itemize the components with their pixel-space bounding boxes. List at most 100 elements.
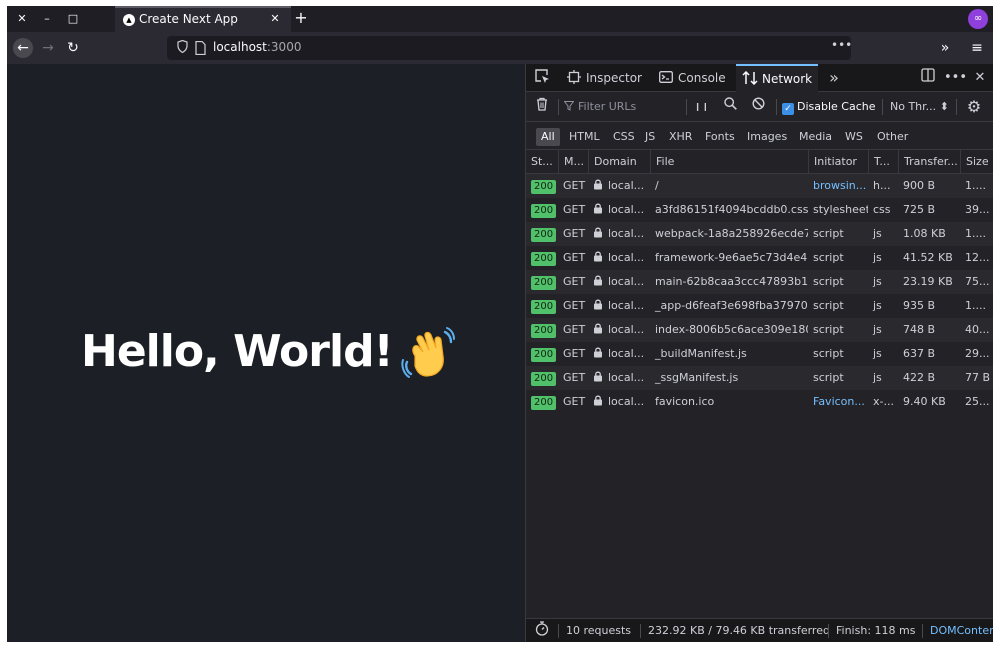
pause-recording-icon[interactable]: ❙❙ xyxy=(692,97,712,117)
lock-icon xyxy=(594,371,602,382)
back-button[interactable]: ← xyxy=(13,38,33,58)
table-row[interactable]: 200 GET local... index-8006b5c6ace309e180a s… xyxy=(526,318,993,342)
window-maximize-button[interactable]: □ xyxy=(64,10,82,28)
tracking-protection-shield-icon[interactable] xyxy=(175,39,189,56)
column-type[interactable]: T... xyxy=(868,150,898,174)
cell-initiator: script xyxy=(813,251,844,264)
cell-transferred: 725 B xyxy=(903,203,936,216)
waving-hand-icon xyxy=(401,327,455,378)
overflow-menu-icon[interactable]: » xyxy=(935,38,955,58)
cell-status: 200 xyxy=(526,222,558,246)
url-bar[interactable]: localhost:3000 ••• xyxy=(167,36,852,60)
tab-console-label: Console xyxy=(678,71,726,85)
new-tab-button[interactable]: + xyxy=(291,8,311,28)
network-settings-gear-icon[interactable]: ⚙ xyxy=(964,97,984,117)
table-row[interactable]: 200 GET local... _ssgManifest.js script js 422… xyxy=(526,366,993,390)
devtools-close-icon[interactable]: ✕ xyxy=(970,68,990,88)
dock-side-icon[interactable] xyxy=(918,68,938,88)
lock-icon xyxy=(594,203,602,214)
url-text[interactable]: localhost:3000 xyxy=(213,40,301,54)
network-icon xyxy=(742,66,758,92)
tab-network[interactable]: Network xyxy=(736,64,819,92)
cell-size: 12... xyxy=(965,251,990,264)
private-browsing-icon: ∞ xyxy=(968,9,988,29)
table-row[interactable]: 200 GET local... main-62b8caa3ccc47893b147 s… xyxy=(526,270,993,294)
page-viewport: Hello, World! xyxy=(7,64,525,642)
filter-urls-input[interactable]: Filter URLs xyxy=(563,98,682,116)
cell-status: 200 xyxy=(526,174,558,198)
clear-requests-trash-icon[interactable] xyxy=(532,97,552,117)
type-filter-js[interactable]: JS xyxy=(640,128,660,146)
footer-divider xyxy=(640,624,641,638)
cell-method: GET xyxy=(563,227,586,240)
request-count: 10 requests xyxy=(566,624,632,637)
status-badge: 200 xyxy=(531,180,557,194)
table-row[interactable]: 200 GET local... webpack-1a8a258926ecde76 sc… xyxy=(526,222,993,246)
performance-stopwatch-icon[interactable] xyxy=(532,621,552,641)
reload-button[interactable]: ↻ xyxy=(63,38,83,58)
search-icon[interactable] xyxy=(720,97,740,117)
type-filter-ws[interactable]: WS xyxy=(840,128,868,146)
type-filter-html[interactable]: HTML xyxy=(564,128,605,146)
hamburger-menu-icon[interactable]: ≡ xyxy=(967,38,987,58)
tab-close-icon[interactable]: ✕ xyxy=(267,11,283,27)
column-status[interactable]: St... xyxy=(526,150,558,174)
cell-size: 39... xyxy=(965,203,990,216)
column-domain[interactable]: Domain xyxy=(588,150,650,174)
url-host: localhost xyxy=(213,40,267,54)
column-file[interactable]: File xyxy=(650,150,808,174)
tab-create-next-app[interactable]: ▲ Create Next App ✕ xyxy=(115,6,291,32)
cell-file: favicon.ico xyxy=(655,395,715,408)
navigation-toolbar: ← → ↻ localhost:3000 ••• » ≡ xyxy=(7,32,993,64)
cell-transferred: 748 B xyxy=(903,323,936,336)
type-filter-media[interactable]: Media xyxy=(794,128,837,146)
page-info-icon[interactable] xyxy=(195,40,207,56)
finish-time: Finish: 118 ms xyxy=(836,624,916,637)
network-summary-footer: 10 requests 232.92 KB / 79.46 KB transfe… xyxy=(526,618,993,642)
status-badge: 200 xyxy=(531,204,557,218)
column-transferred[interactable]: Transfer... xyxy=(898,150,960,174)
type-filter-images[interactable]: Images xyxy=(742,128,792,146)
block-requests-icon[interactable] xyxy=(748,97,768,117)
toolbar-divider xyxy=(956,99,957,115)
column-method[interactable]: M... xyxy=(558,150,588,174)
devtools-toolbar: Inspector Console Network » ••• ✕ xyxy=(526,64,993,92)
cell-transferred: 900 B xyxy=(903,179,936,192)
cell-transferred: 637 B xyxy=(903,347,936,360)
cell-initiator: script xyxy=(813,371,844,384)
table-row[interactable]: 200 GET local... framework-9e6ae5c73d4e43b s… xyxy=(526,246,993,270)
devtools-panel: Inspector Console Network » ••• ✕ Filter… xyxy=(525,64,993,642)
disable-cache-checkbox[interactable]: ✓ Disable Cache xyxy=(782,99,876,115)
devtools-options-icon[interactable]: ••• xyxy=(944,68,967,88)
type-filter-css[interactable]: CSS xyxy=(608,128,640,146)
throttling-select[interactable]: No Thr... ⬍ xyxy=(890,99,949,115)
table-row[interactable]: 200 GET local... a3fd86151f4094bcddb0.css st… xyxy=(526,198,993,222)
cell-status: 200 xyxy=(526,246,558,270)
table-row[interactable]: 200 GET local... _buildManifest.js script js 6… xyxy=(526,342,993,366)
cell-domain: local... xyxy=(588,318,650,342)
type-filter-other[interactable]: Other xyxy=(872,128,913,146)
table-row[interactable]: 200 GET local... _app-d6feaf3e698fba379708.… xyxy=(526,294,993,318)
tab-console[interactable]: Console xyxy=(658,64,726,92)
domcontentloaded-time: DOMConter xyxy=(930,624,993,637)
type-filter-xhr[interactable]: XHR xyxy=(664,128,697,146)
page-actions-icon[interactable]: ••• xyxy=(831,38,852,52)
window-close-button[interactable]: ✕ xyxy=(13,10,31,28)
type-filter-fonts[interactable]: Fonts xyxy=(700,128,740,146)
cell-size: 1.... xyxy=(965,179,986,192)
domain-text: local... xyxy=(608,275,645,288)
cell-size: 25... xyxy=(965,395,990,408)
cell-status: 200 xyxy=(526,390,558,414)
window-minimize-button[interactable]: – xyxy=(38,10,56,28)
column-size[interactable]: Size xyxy=(960,150,993,174)
element-picker-icon[interactable] xyxy=(532,68,552,88)
table-row[interactable]: 200 GET local... / browsin... h... 900 B 1.... xyxy=(526,174,993,198)
column-initiator[interactable]: Initiator xyxy=(808,150,868,174)
tab-inspector[interactable]: Inspector xyxy=(566,64,642,92)
table-row[interactable]: 200 GET local... favicon.ico Favicon... x-...… xyxy=(526,390,993,414)
more-tools-chevron-icon[interactable]: » xyxy=(824,68,844,88)
cell-size: 29... xyxy=(965,347,990,360)
type-filter-all[interactable]: All xyxy=(536,128,560,146)
lock-icon xyxy=(594,251,602,262)
forward-button[interactable]: → xyxy=(38,38,58,58)
